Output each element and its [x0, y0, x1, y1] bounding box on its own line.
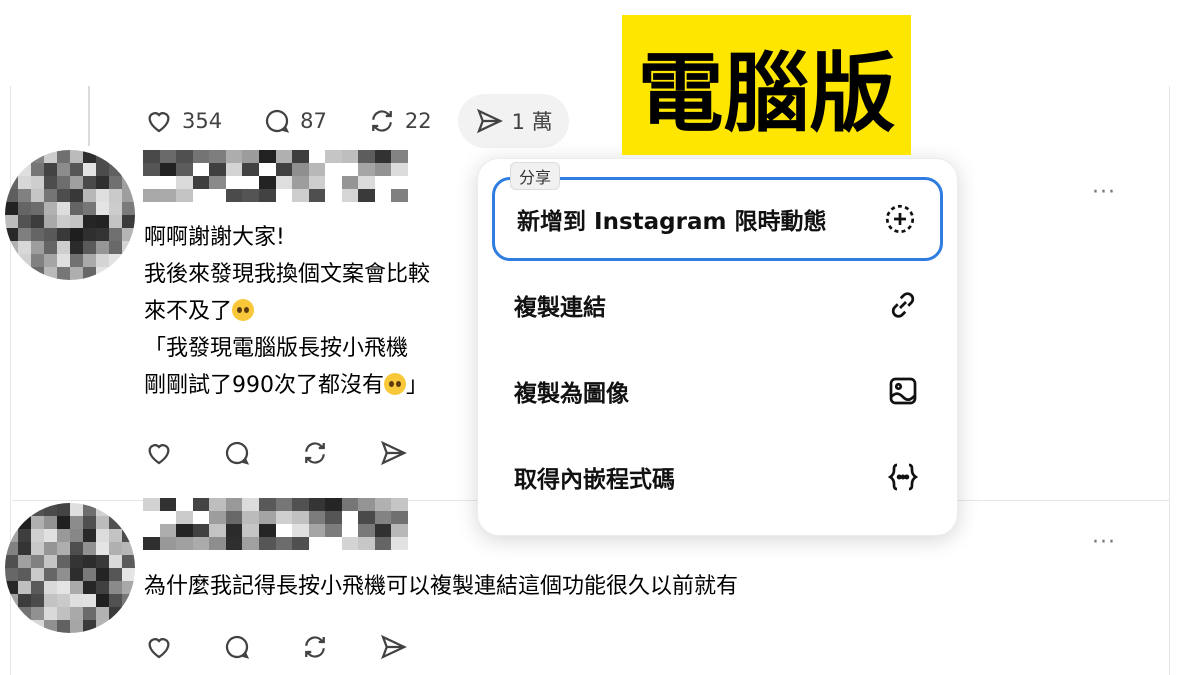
- more-options-button[interactable]: ···: [1092, 530, 1116, 555]
- link-icon: [891, 292, 915, 318]
- menu-item-copy-as-image[interactable]: 複製為圖像: [492, 349, 943, 433]
- menu-item-label: 新增到 Instagram 限時動態: [517, 209, 827, 235]
- reply-line-5: 剛剛試了990次了都沒有: [144, 373, 384, 398]
- reply-line-4: 「我發現電腦版長按小飛機: [144, 336, 409, 361]
- like-button[interactable]: [144, 632, 174, 662]
- reply-action-bar: [144, 438, 448, 468]
- heart-icon: [148, 638, 170, 659]
- comment-button[interactable]: [222, 438, 252, 468]
- avatar[interactable]: [5, 150, 135, 280]
- send-icon: [380, 634, 407, 660]
- avatar[interactable]: [5, 503, 135, 633]
- username-pixelated[interactable]: [143, 150, 408, 202]
- heart-icon: [148, 112, 170, 133]
- repost-button[interactable]: 22: [367, 106, 432, 136]
- menu-item-add-to-instagram-story[interactable]: 新增到 Instagram 限時動態: [492, 177, 943, 261]
- reply-line-5-tail: 」: [406, 373, 429, 398]
- share-button[interactable]: [378, 438, 408, 468]
- menu-item-get-embed-code[interactable]: 取得內嵌程式碼: [492, 435, 943, 519]
- like-count: 354: [182, 109, 223, 133]
- reply-line-2: 我後來發現我換個文案會比較: [144, 262, 431, 287]
- repost-button[interactable]: [300, 438, 330, 468]
- repost-icon: [305, 636, 325, 658]
- send-icon: [380, 440, 407, 466]
- reply-line-1: 啊啊謝謝大家!: [144, 225, 285, 250]
- share-button[interactable]: 1 萬: [457, 94, 569, 148]
- repost-icon: [305, 442, 325, 464]
- repost-icon: [371, 110, 392, 132]
- more-options-button[interactable]: ···: [1092, 180, 1116, 205]
- add-to-story-icon: [885, 204, 915, 234]
- comment-icon: [225, 441, 250, 465]
- comment-button[interactable]: 87: [262, 106, 327, 136]
- reply-text: 為什麼我記得長按小飛機可以複製連結這個功能很久以前就有: [144, 574, 739, 599]
- desktop-version-badge: 電腦版: [622, 15, 911, 155]
- repost-button[interactable]: [300, 632, 330, 662]
- thread-connector-line: [88, 86, 90, 146]
- reply-action-bar: [144, 632, 448, 662]
- comment-button[interactable]: [222, 632, 252, 662]
- menu-item-copy-link[interactable]: 複製連結: [492, 263, 943, 347]
- embed-code-icon: [887, 463, 919, 491]
- menu-item-label: 複製為圖像: [514, 381, 629, 407]
- send-icon: [476, 108, 503, 134]
- menu-item-label: 取得內嵌程式碼: [514, 467, 675, 493]
- reply-line-3: 來不及了: [144, 299, 233, 324]
- share-count: 1 萬: [511, 110, 553, 134]
- pleading-face-emoji: [232, 299, 255, 321]
- comment-count: 87: [300, 109, 327, 133]
- heart-icon: [148, 444, 170, 465]
- share-button[interactable]: [378, 632, 408, 662]
- like-button[interactable]: [144, 438, 174, 468]
- menu-item-label: 複製連結: [514, 295, 606, 321]
- username-pixelated[interactable]: [143, 498, 408, 550]
- comment-icon: [266, 109, 290, 133]
- post-action-bar: 354 87 22 1 萬: [144, 94, 569, 148]
- reply-text: 啊啊謝謝大家! 我後來發現我換個文案會比較 來不及了 「我發現電腦版長按小飛機 …: [144, 219, 430, 404]
- like-button[interactable]: 354: [144, 106, 222, 136]
- comment-icon: [225, 635, 250, 659]
- image-icon: [889, 377, 917, 405]
- repost-count: 22: [404, 109, 432, 133]
- pleading-face-emoji: [384, 373, 406, 395]
- share-tooltip: 分享: [510, 162, 561, 190]
- share-menu: 新增到 Instagram 限時動態 複製連結 複製為圖像 取得內嵌程式碼: [477, 158, 958, 536]
